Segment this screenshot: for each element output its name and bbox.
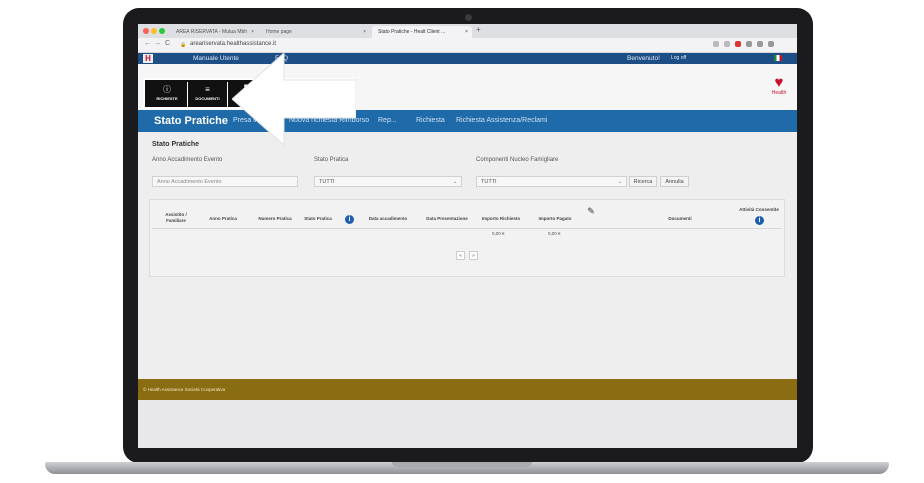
url-field[interactable]: areariservata.healthassistance.it (190, 41, 276, 47)
anno-input[interactable]: Anno Accadimento Evento (152, 176, 298, 187)
lock-icon: 🔒 (180, 42, 187, 48)
th-anno: Anno Pratica (209, 216, 237, 221)
close-window-dot[interactable] (143, 28, 149, 34)
menu-item-documenti[interactable]: ≡ DOCUMENTI (187, 82, 227, 107)
tab-label: Home page (266, 29, 292, 35)
info-icon[interactable]: i (755, 216, 764, 225)
tab-label: AREA RISERVATA - Mutua Mbh (176, 29, 248, 35)
total-pagato: 0,00 € (548, 231, 561, 236)
menu-label: DOCUMENTI (195, 96, 220, 101)
anno-label: Anno Accadimento Evento (152, 157, 223, 163)
pager-next[interactable]: » (469, 251, 478, 260)
browser-tab-1[interactable]: AREA RISERVATA - Mutua Mbh × (170, 26, 258, 38)
th-data-presentazione: Data Presentazione (426, 216, 468, 221)
th-assistito: Assistito / Familiare (165, 212, 187, 223)
chevron-down-icon: ⌄ (452, 179, 457, 185)
th-numero: Numero Pratica (258, 216, 292, 221)
extension-icon[interactable] (735, 41, 741, 47)
address-bar: ← → C 🔒 areariservata.healthassistance.i… (138, 38, 797, 53)
page-bottom (138, 400, 797, 448)
close-icon[interactable]: × (251, 26, 254, 38)
componenti-label: Componenti Nucleo Famigliare (476, 157, 559, 163)
minimize-window-dot[interactable] (151, 28, 157, 34)
extension-icon[interactable] (713, 41, 719, 47)
rep-link[interactable]: Rep... (378, 116, 397, 126)
info-icon: ⓘ (163, 85, 171, 94)
info-icon[interactable]: i (345, 215, 354, 224)
logout-link[interactable]: Log off (671, 54, 686, 63)
tab-label: Stato Pratiche - Healt Client ... (378, 29, 446, 35)
browser-tab-bar: AREA RISERVATA - Mutua Mbh × Home page × S… (138, 24, 797, 38)
richiesta-link[interactable]: Richiesta (416, 116, 445, 126)
th-attivita: Attività Consentite (739, 207, 779, 212)
page-title: Stato Pratiche (154, 115, 228, 127)
attachment-icon: ✎ (587, 206, 595, 216)
search-button[interactable]: Ricerca (629, 176, 657, 187)
th-documenti: Documenti (668, 216, 692, 221)
stato-select[interactable]: TUTTI ⌄ (314, 176, 462, 187)
th-data-accadimento: Data accadimento (368, 216, 408, 221)
menu-label: RICHIESTE (156, 96, 178, 101)
profile-icon[interactable] (768, 41, 774, 47)
section-title: Stato Pratiche (152, 141, 200, 148)
footer-text: © Health Assistance Società Cooperativa (143, 387, 226, 392)
richiesta-assistenza-link[interactable]: Richiesta Assistenza/Reclami (456, 116, 547, 126)
stato-value: TUTTI (319, 179, 335, 185)
reload-icon[interactable]: C (165, 40, 170, 47)
star-icon[interactable] (724, 41, 730, 47)
total-richiesto: 0,00 € (492, 231, 505, 236)
brand-name: Health (771, 90, 787, 96)
welcome-text: Benvenuto! (627, 55, 660, 62)
th-importo-richiesto: Importo Richiesto (481, 216, 521, 221)
componenti-value: TUTTI (481, 179, 497, 185)
camera (465, 14, 472, 21)
back-icon[interactable]: ← (144, 40, 151, 47)
forward-icon[interactable]: → (154, 40, 161, 47)
th-stato: Stato Pratica (304, 216, 332, 221)
sidebar-icon[interactable] (757, 41, 763, 47)
maximize-window-dot[interactable] (159, 28, 165, 34)
pager-prev[interactable]: « (456, 251, 465, 260)
row-divider (152, 228, 782, 229)
flag-icon[interactable] (774, 55, 782, 61)
new-tab-button[interactable]: + (476, 25, 481, 34)
browser-tab-2[interactable]: Home page × (260, 26, 370, 38)
brand-logo: ♥ Health (766, 74, 792, 98)
cancel-button[interactable]: Annulla (660, 176, 689, 187)
th-importo-pagato: Importo Pagato (538, 216, 572, 221)
results-table (149, 199, 785, 277)
heart-icon: ♥ (774, 74, 784, 91)
footer: © Health Assistance Società Cooperativa (138, 379, 797, 400)
logo-icon[interactable]: H (143, 54, 153, 63)
close-icon[interactable]: × (465, 26, 468, 38)
puzzle-icon[interactable] (746, 41, 752, 47)
close-icon[interactable]: × (363, 26, 366, 38)
laptop-notch (392, 462, 532, 467)
chevron-down-icon: ⌄ (617, 179, 622, 185)
browser-tab-3[interactable]: Stato Pratiche - Healt Client ... × (372, 26, 472, 38)
list-icon: ≡ (205, 85, 210, 94)
menu-item-richieste[interactable]: ⓘ RICHIESTE (147, 82, 187, 107)
componenti-select[interactable]: TUTTI ⌄ (476, 176, 627, 187)
pointer-arrow-icon (232, 53, 356, 145)
stato-label: Stato Pratica (314, 157, 349, 163)
